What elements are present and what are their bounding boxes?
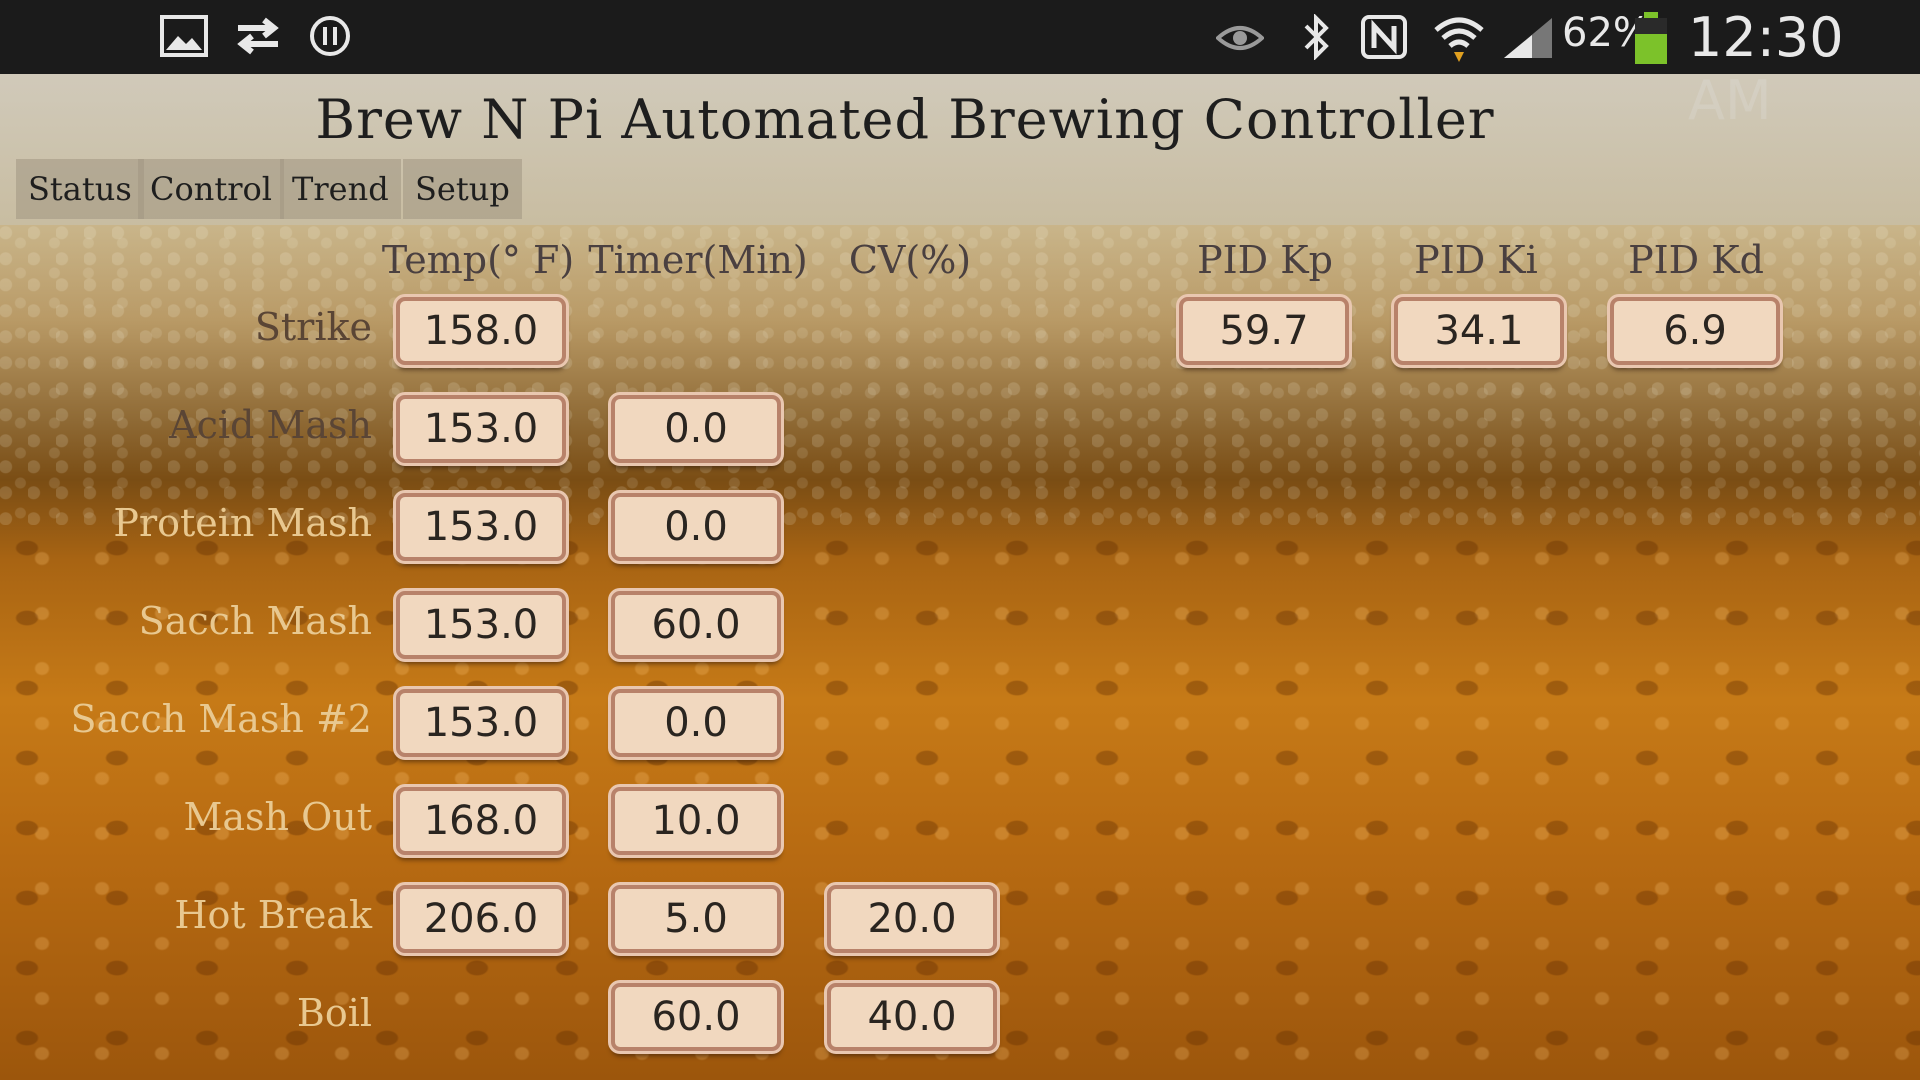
mash-out-temp-field[interactable]: 168.0 [396, 787, 566, 855]
pid-kp-field[interactable]: 59.7 [1179, 297, 1349, 365]
row-label-mash-out: Mash Out [183, 795, 372, 839]
column-header-temp: Temp(° F) [381, 238, 575, 282]
sync-icon [232, 14, 280, 60]
acid-mash-temp-field[interactable]: 153.0 [396, 395, 566, 463]
tab-control[interactable]: Control [138, 159, 285, 219]
tab-setup[interactable]: Setup [403, 159, 522, 219]
eye-icon [1215, 14, 1265, 60]
row-label-acid-mash: Acid Mash [169, 403, 372, 447]
app-header: Brew N Pi Automated Brewing Controller S… [0, 74, 1920, 225]
sacch-mash-timer-field[interactable]: 60.0 [611, 591, 781, 659]
row-label-boil: Boil [296, 991, 372, 1035]
protein-mash-temp-field[interactable]: 153.0 [396, 493, 566, 561]
mash-out-timer-field[interactable]: 10.0 [611, 787, 781, 855]
page-title: Brew N Pi Automated Brewing Controller [315, 88, 1495, 151]
bluetooth-icon [1296, 13, 1344, 61]
wifi-icon [1432, 14, 1484, 62]
sacch-mash-2-temp-field[interactable]: 153.0 [396, 689, 566, 757]
sacch-mash-2-timer-field[interactable]: 0.0 [611, 689, 781, 757]
column-header-pid-ki: PID Ki [1414, 238, 1538, 282]
pause-icon [308, 14, 356, 60]
acid-mash-timer-field[interactable]: 0.0 [611, 395, 781, 463]
column-header-pid-kp: PID Kp [1197, 238, 1333, 282]
boil-cv-field[interactable]: 40.0 [827, 983, 997, 1051]
pid-kd-field[interactable]: 6.9 [1610, 297, 1780, 365]
strike-temp-field[interactable]: 158.0 [396, 297, 566, 365]
nfc-icon [1360, 14, 1408, 60]
column-header-timer: Timer(Min) [588, 238, 808, 282]
boil-timer-field[interactable]: 60.0 [611, 983, 781, 1051]
row-label-sacch-mash-2: Sacch Mash #2 [70, 697, 372, 741]
row-label-strike: Strike [254, 305, 372, 349]
hot-break-temp-field[interactable]: 206.0 [396, 885, 566, 953]
tab-trend[interactable]: Trend [280, 159, 401, 219]
gallery-icon [160, 14, 208, 60]
row-label-sacch-mash: Sacch Mash [138, 599, 372, 643]
status-bar: 62% 12:30 AM [0, 0, 1920, 132]
column-header-cv: CV(%) [848, 238, 972, 282]
hot-break-timer-field[interactable]: 5.0 [611, 885, 781, 953]
column-header-pid-kd: PID Kd [1628, 238, 1764, 282]
row-label-hot-break: Hot Break [174, 893, 372, 937]
signal-icon [1502, 14, 1552, 60]
row-label-protein-mash: Protein Mash [113, 501, 372, 545]
protein-mash-timer-field[interactable]: 0.0 [611, 493, 781, 561]
sacch-mash-temp-field[interactable]: 153.0 [396, 591, 566, 659]
battery-icon [1632, 10, 1680, 64]
pid-ki-field[interactable]: 34.1 [1394, 297, 1564, 365]
tab-status[interactable]: Status [16, 159, 144, 219]
hot-break-cv-field[interactable]: 20.0 [827, 885, 997, 953]
